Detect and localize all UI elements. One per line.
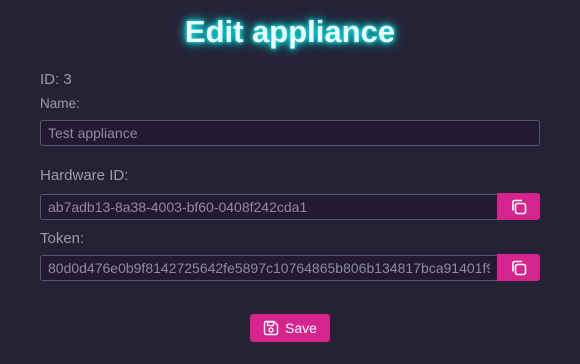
name-label: Name: bbox=[40, 96, 80, 111]
hardware-id-label: Hardware ID: bbox=[40, 167, 129, 184]
page-title: Edit appliance bbox=[184, 14, 396, 49]
edit-appliance-page: Edit appliance ID: 3 Name: Hardware ID: … bbox=[0, 0, 580, 364]
copy-hardware-id-button[interactable] bbox=[497, 193, 540, 220]
save-button[interactable]: Save bbox=[250, 314, 330, 342]
name-input[interactable] bbox=[40, 120, 540, 146]
token-label: Token: bbox=[40, 230, 85, 247]
hardware-id-input[interactable] bbox=[40, 194, 498, 220]
appliance-id: ID: 3 bbox=[40, 71, 72, 88]
save-button-label: Save bbox=[285, 320, 317, 336]
copy-icon bbox=[510, 259, 528, 277]
floppy-disk-icon bbox=[263, 320, 279, 336]
copy-icon bbox=[510, 198, 528, 216]
token-input[interactable] bbox=[40, 255, 498, 281]
copy-token-button[interactable] bbox=[497, 254, 540, 281]
